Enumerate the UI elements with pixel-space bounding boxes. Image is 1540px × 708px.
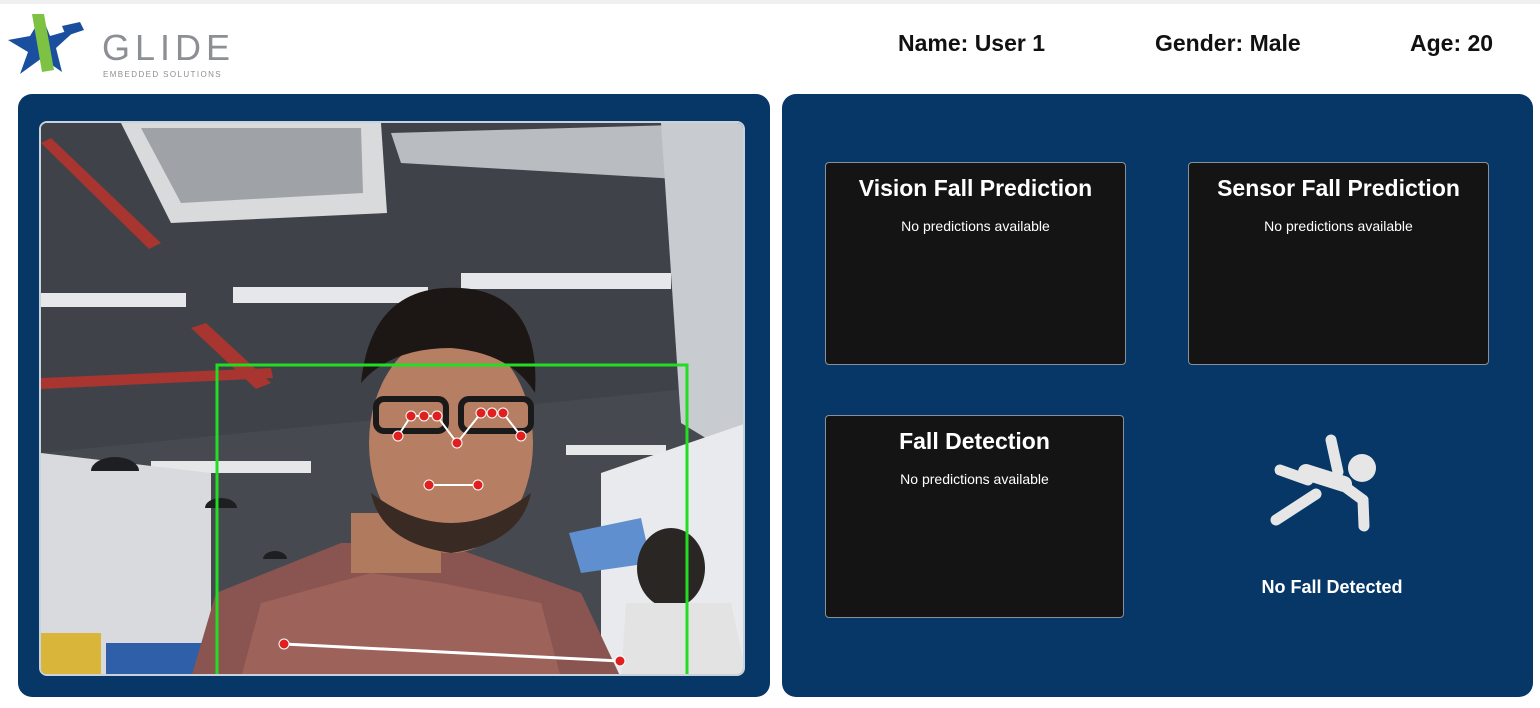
vision-card-text: No predictions available: [901, 218, 1050, 234]
sensor-card-text: No predictions available: [1264, 218, 1413, 234]
vision-card-title: Vision Fall Prediction: [858, 175, 1093, 201]
fall-detection-title: Fall Detection: [899, 428, 1050, 454]
fall-detection-text: No predictions available: [900, 471, 1049, 487]
user-age: Age: 20: [1410, 30, 1494, 56]
user-name: Name: User 1: [898, 30, 1046, 56]
camera-feed: [39, 121, 745, 676]
person-falling-icon: [1270, 434, 1376, 532]
logo-wordmark: GLIDE: [102, 27, 236, 68]
sensor-card-title: Sensor Fall Prediction: [1217, 175, 1460, 201]
fall-status-label: No Fall Detected: [1261, 577, 1403, 597]
top-border: [0, 0, 1540, 4]
logo-tagline: EMBEDDED SOLUTIONS: [103, 70, 222, 79]
user-gender: Gender: Male: [1155, 30, 1301, 56]
vision-fall-prediction-card: Vision Fall Prediction No predictions av…: [825, 162, 1126, 365]
camera-frame-image: [41, 123, 743, 674]
dashboard: GLIDE EMBEDDED SOLUTIONS Name: User 1 Ge…: [0, 0, 1540, 708]
predictions-panel: Vision Fall Prediction No predictions av…: [782, 94, 1533, 697]
fall-detection-card: Fall Detection No predictions available: [825, 415, 1124, 618]
glide-star-icon: [8, 14, 84, 74]
camera-panel: [18, 94, 770, 697]
glide-logo: GLIDE EMBEDDED SOLUTIONS: [6, 10, 230, 79]
sensor-fall-prediction-card: Sensor Fall Prediction No predictions av…: [1188, 162, 1489, 365]
